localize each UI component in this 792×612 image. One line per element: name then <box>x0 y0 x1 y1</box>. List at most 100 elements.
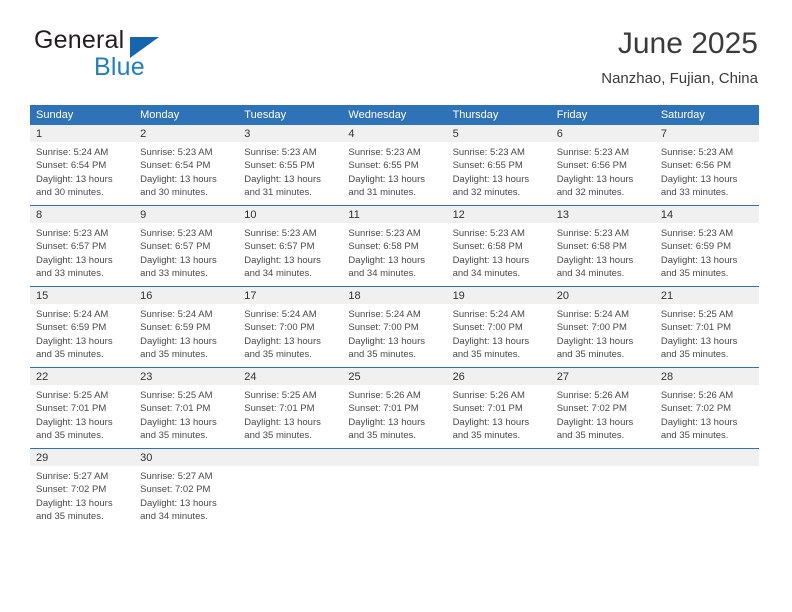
daylight-text-line2: and 35 minutes. <box>36 349 104 361</box>
day-cell[interactable]: 21 Sunrise: 5:25 AM Sunset: 7:01 PM Dayl… <box>654 287 759 367</box>
day-cell[interactable]: 27 Sunrise: 5:26 AM Sunset: 7:02 PM Dayl… <box>550 368 655 448</box>
day-number: 21 <box>654 287 759 304</box>
sunset-text: Sunset: 6:55 PM <box>348 160 419 172</box>
daylight-text-line1: Daylight: 13 hours <box>140 173 217 185</box>
day-cell[interactable]: 30 Sunrise: 5:27 AM Sunset: 7:02 PM Dayl… <box>134 449 239 529</box>
daylight-text-line1: Daylight: 13 hours <box>348 416 425 428</box>
day-number: 1 <box>30 125 135 142</box>
day-cell[interactable]: 19 Sunrise: 5:24 AM Sunset: 7:00 PM Dayl… <box>446 287 551 367</box>
daylight-text-line2: and 34 minutes. <box>348 268 417 280</box>
sunrise-text: Sunrise: 5:24 AM <box>244 309 317 320</box>
day-cell[interactable]: 25 Sunrise: 5:26 AM Sunset: 7:01 PM Dayl… <box>342 368 447 448</box>
daylight-text-line2: and 35 minutes. <box>36 511 104 523</box>
day-cell[interactable]: 29 Sunrise: 5:27 AM Sunset: 7:02 PM Dayl… <box>30 449 135 529</box>
sunset-text: Sunset: 6:58 PM <box>556 241 627 253</box>
sunset-text: Sunset: 7:02 PM <box>36 484 107 496</box>
sunrise-text: Sunrise: 5:23 AM <box>452 228 525 239</box>
day-cell[interactable]: 28 Sunrise: 5:26 AM Sunset: 7:02 PM Dayl… <box>654 368 759 448</box>
daylight-text-line1: Daylight: 13 hours <box>140 416 217 428</box>
daylight-text-line2: and 35 minutes. <box>348 430 417 442</box>
day-cell[interactable]: 24 Sunrise: 5:25 AM Sunset: 7:01 PM Dayl… <box>238 368 343 448</box>
day-cell-empty <box>446 449 551 529</box>
day-cell[interactable]: 9 Sunrise: 5:23 AM Sunset: 6:57 PM Dayli… <box>134 206 239 286</box>
day-cell[interactable]: 2 Sunrise: 5:23 AM Sunset: 6:54 PM Dayli… <box>134 125 239 205</box>
page-title: June 2025 <box>617 27 758 60</box>
sunrise-text: Sunrise: 5:26 AM <box>660 390 734 401</box>
day-cell[interactable]: 4 Sunrise: 5:23 AM Sunset: 6:55 PM Dayli… <box>342 125 447 205</box>
sunset-text: Sunset: 6:56 PM <box>660 160 732 172</box>
day-cell[interactable]: 26 Sunrise: 5:26 AM Sunset: 7:01 PM Dayl… <box>446 368 551 448</box>
sunrise-text: Sunrise: 5:23 AM <box>36 228 109 239</box>
daylight-text-line1: Daylight: 13 hours <box>36 254 113 266</box>
day-cell[interactable]: 20 Sunrise: 5:24 AM Sunset: 7:00 PM Dayl… <box>550 287 655 367</box>
day-cell[interactable]: 3 Sunrise: 5:23 AM Sunset: 6:55 PM Dayli… <box>238 125 343 205</box>
day-details: Sunrise: 5:25 AM Sunset: 7:01 PM Dayligh… <box>30 385 134 443</box>
general-blue-logo[interactable]: General Blue <box>34 26 234 84</box>
day-cell[interactable]: 15 Sunrise: 5:24 AM Sunset: 6:59 PM Dayl… <box>30 287 135 367</box>
daylight-text-line1: Daylight: 13 hours <box>36 416 113 428</box>
day-cell[interactable]: 10 Sunrise: 5:23 AM Sunset: 6:57 PM Dayl… <box>238 206 343 286</box>
sunset-text: Sunset: 6:57 PM <box>36 241 107 253</box>
day-details: Sunrise: 5:23 AM Sunset: 6:57 PM Dayligh… <box>238 223 342 281</box>
week-row: 22 Sunrise: 5:25 AM Sunset: 7:01 PM Dayl… <box>30 367 759 448</box>
daylight-text-line2: and 30 minutes. <box>36 187 104 199</box>
day-cell[interactable]: 18 Sunrise: 5:24 AM Sunset: 7:00 PM Dayl… <box>342 287 447 367</box>
sunrise-text: Sunrise: 5:23 AM <box>452 147 525 158</box>
weekday-header-row: Sunday Monday Tuesday Wednesday Thursday… <box>30 105 759 125</box>
day-number: 6 <box>550 125 655 142</box>
sunrise-text: Sunrise: 5:23 AM <box>348 147 421 158</box>
daylight-text-line2: and 35 minutes. <box>348 349 417 361</box>
day-details: Sunrise: 5:27 AM Sunset: 7:02 PM Dayligh… <box>134 466 238 524</box>
daylight-text-line1: Daylight: 13 hours <box>660 416 738 428</box>
sunrise-text: Sunrise: 5:24 AM <box>36 147 109 158</box>
daylight-text-line2: and 35 minutes. <box>452 430 521 442</box>
daylight-text-line2: and 35 minutes. <box>556 349 625 361</box>
day-cell[interactable]: 16 Sunrise: 5:24 AM Sunset: 6:59 PM Dayl… <box>134 287 239 367</box>
sunrise-text: Sunrise: 5:24 AM <box>556 309 630 320</box>
sunset-text: Sunset: 7:00 PM <box>348 322 419 334</box>
day-number: 11 <box>342 206 447 223</box>
day-details: Sunrise: 5:26 AM Sunset: 7:01 PM Dayligh… <box>342 385 446 443</box>
sunrise-text: Sunrise: 5:23 AM <box>556 147 630 158</box>
page-header: General Blue June 2025 Nanzhao, Fujian, … <box>34 26 758 96</box>
day-cell[interactable]: 14 Sunrise: 5:23 AM Sunset: 6:59 PM Dayl… <box>654 206 759 286</box>
sunset-text: Sunset: 7:01 PM <box>140 403 211 415</box>
weekday-header-thursday: Thursday <box>452 109 499 121</box>
daylight-text-line2: and 35 minutes. <box>140 349 208 361</box>
sunset-text: Sunset: 6:55 PM <box>244 160 315 172</box>
day-cell-empty <box>342 449 447 529</box>
day-cell[interactable]: 8 Sunrise: 5:23 AM Sunset: 6:57 PM Dayli… <box>30 206 135 286</box>
calendar-page: General Blue June 2025 Nanzhao, Fujian, … <box>0 0 792 612</box>
daylight-text-line2: and 35 minutes. <box>36 430 104 442</box>
day-number: 16 <box>134 287 239 304</box>
day-details: Sunrise: 5:24 AM Sunset: 7:00 PM Dayligh… <box>238 304 342 362</box>
day-cell[interactable]: 23 Sunrise: 5:25 AM Sunset: 7:01 PM Dayl… <box>134 368 239 448</box>
day-cell[interactable]: 13 Sunrise: 5:23 AM Sunset: 6:58 PM Dayl… <box>550 206 655 286</box>
sunrise-text: Sunrise: 5:23 AM <box>348 228 421 239</box>
daylight-text-line1: Daylight: 13 hours <box>452 173 530 185</box>
daylight-text-line2: and 35 minutes. <box>660 349 729 361</box>
day-cell[interactable]: 7 Sunrise: 5:23 AM Sunset: 6:56 PM Dayli… <box>654 125 759 205</box>
daylight-text-line1: Daylight: 13 hours <box>36 173 113 185</box>
day-number: 4 <box>342 125 447 142</box>
day-cell[interactable]: 11 Sunrise: 5:23 AM Sunset: 6:58 PM Dayl… <box>342 206 447 286</box>
day-cell[interactable]: 6 Sunrise: 5:23 AM Sunset: 6:56 PM Dayli… <box>550 125 655 205</box>
day-number: 19 <box>446 287 551 304</box>
day-cell[interactable]: 12 Sunrise: 5:23 AM Sunset: 6:58 PM Dayl… <box>446 206 551 286</box>
day-cell[interactable]: 17 Sunrise: 5:24 AM Sunset: 7:00 PM Dayl… <box>238 287 343 367</box>
day-number: 28 <box>654 368 759 385</box>
sunrise-text: Sunrise: 5:23 AM <box>244 147 317 158</box>
day-number: 2 <box>134 125 239 142</box>
sunset-text: Sunset: 6:58 PM <box>452 241 523 253</box>
day-cell[interactable]: 22 Sunrise: 5:25 AM Sunset: 7:01 PM Dayl… <box>30 368 135 448</box>
day-cell-empty <box>238 449 343 529</box>
daylight-text-line1: Daylight: 13 hours <box>36 335 113 347</box>
day-cell[interactable]: 5 Sunrise: 5:23 AM Sunset: 6:55 PM Dayli… <box>446 125 551 205</box>
sunset-text: Sunset: 7:01 PM <box>660 322 732 334</box>
day-number <box>342 449 447 466</box>
day-cell[interactable]: 1 Sunrise: 5:24 AM Sunset: 6:54 PM Dayli… <box>30 125 135 205</box>
day-number: 23 <box>134 368 239 385</box>
daylight-text-line1: Daylight: 13 hours <box>244 173 321 185</box>
sunrise-text: Sunrise: 5:23 AM <box>244 228 317 239</box>
sunset-text: Sunset: 7:01 PM <box>348 403 419 415</box>
